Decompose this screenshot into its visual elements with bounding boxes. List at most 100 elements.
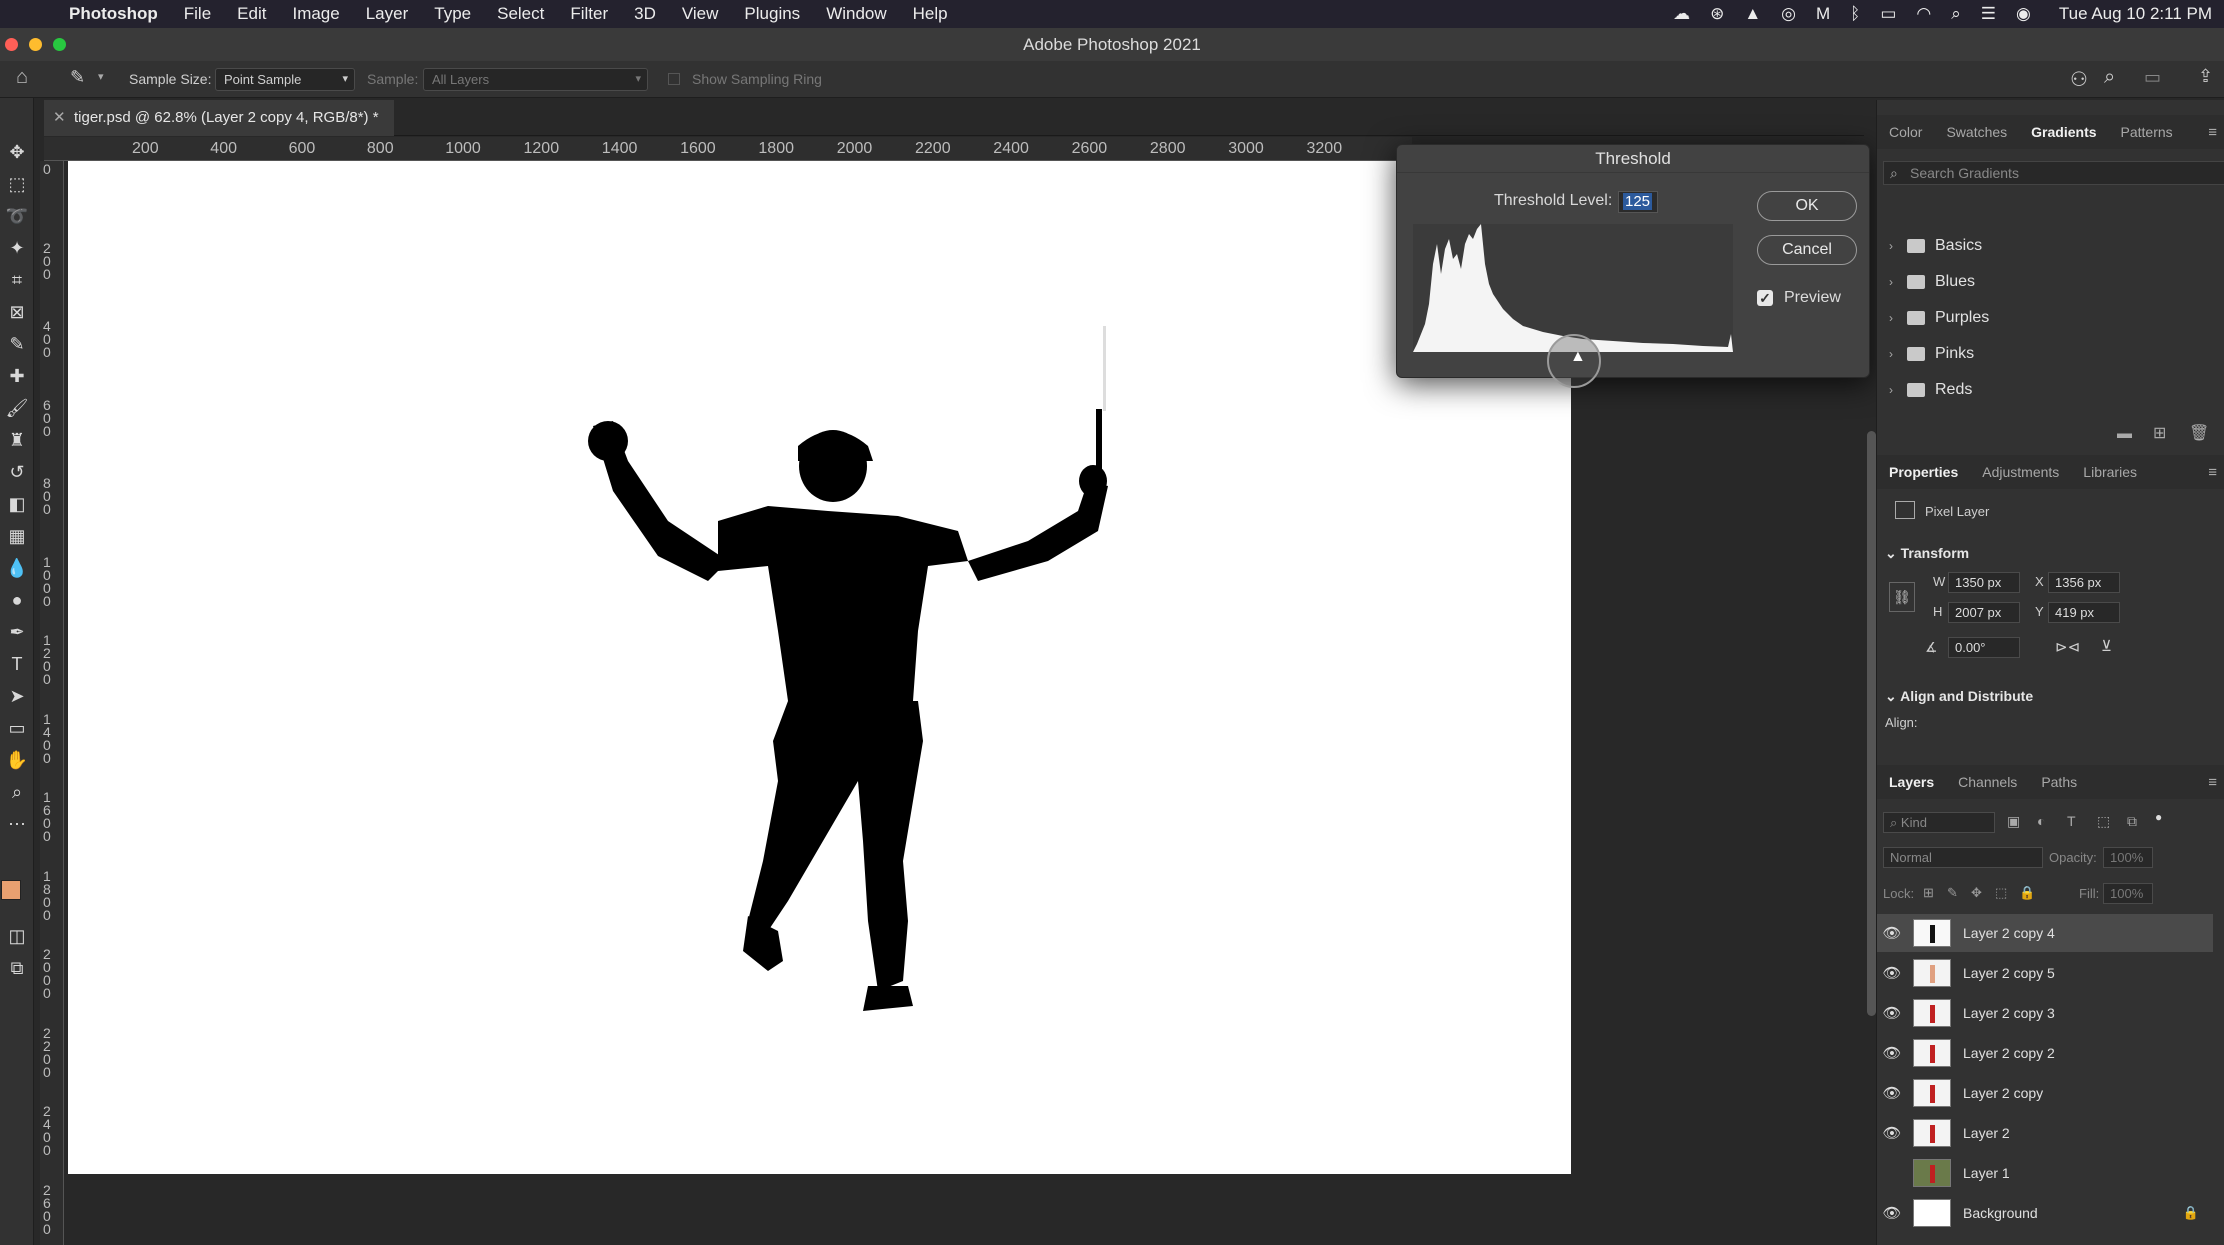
menubar-clock[interactable]: Tue Aug 10 2:11 PM: [2059, 4, 2212, 24]
eye-icon[interactable]: 👁: [1877, 1004, 1907, 1022]
menu-help[interactable]: Help: [900, 4, 961, 24]
canvas-vertical-scrollbar[interactable]: [1867, 431, 1876, 1016]
close-window-button[interactable]: [5, 38, 18, 51]
filter-pixel-icon[interactable]: ▣: [2007, 813, 2020, 830]
new-folder-icon[interactable]: ▬: [2117, 425, 2132, 442]
dodge-tool-icon[interactable]: ●: [5, 588, 29, 612]
clone-stamp-tool-icon[interactable]: ♜: [5, 428, 29, 452]
transform-section-title[interactable]: ⌄ Transform: [1885, 545, 1969, 562]
menu-filter[interactable]: Filter: [557, 4, 621, 24]
menu-file[interactable]: File: [171, 4, 224, 24]
filter-shape-icon[interactable]: ⬚: [2097, 813, 2110, 830]
eye-icon[interactable]: 👁: [1877, 964, 1907, 982]
filter-toggle-icon[interactable]: ●: [2155, 810, 2162, 824]
lock-artboard-icon[interactable]: ⬚: [1995, 885, 2007, 901]
document-canvas[interactable]: [68, 161, 1571, 1174]
preview-checkbox[interactable]: ✓: [1757, 290, 1773, 306]
hidden-visibility-toggle[interactable]: ▢: [1877, 1164, 1907, 1182]
lock-all-icon[interactable]: 🔒: [2019, 885, 2035, 901]
gradient-folder-blues[interactable]: › Blues: [1889, 273, 1975, 291]
lasso-tool-icon[interactable]: ➰: [5, 204, 29, 228]
tab-paths[interactable]: Paths: [2029, 774, 2089, 790]
layer-row[interactable]: 👁 Layer 2 copy 4: [1877, 914, 2213, 952]
sample-select[interactable]: All Layers ▾: [423, 68, 648, 91]
onepassword-icon[interactable]: ◎: [1781, 4, 1796, 24]
move-tool-icon[interactable]: ✥: [5, 140, 29, 164]
tab-adjustments[interactable]: Adjustments: [1970, 464, 2071, 480]
gradient-folder-pinks[interactable]: › Pinks: [1889, 345, 1974, 363]
tab-gradients[interactable]: Gradients: [2019, 124, 2108, 140]
history-brush-tool-icon[interactable]: ↺: [5, 460, 29, 484]
flip-horizontal-icon[interactable]: ⊳⊲: [2055, 638, 2080, 656]
tab-channels[interactable]: Channels: [1946, 774, 2029, 790]
search-gradients-input[interactable]: ⌕ Search Gradients: [1883, 161, 2224, 185]
blur-tool-icon[interactable]: 💧: [5, 556, 29, 580]
link-proportions-icon[interactable]: ⛓: [1889, 582, 1915, 612]
filter-adjustment-icon[interactable]: ◐: [2037, 813, 2045, 829]
x-field[interactable]: 1356 px: [2048, 572, 2120, 593]
tab-color[interactable]: Color: [1877, 124, 1934, 140]
drive-icon[interactable]: ▲: [1744, 4, 1761, 24]
eyedropper-tool-icon[interactable]: ✎: [5, 332, 29, 356]
layer-row[interactable]: 👁 Layer 2 copy 2: [1877, 1034, 2213, 1072]
height-field[interactable]: 2007 px: [1948, 602, 2020, 623]
cancel-button[interactable]: Cancel: [1757, 235, 1857, 265]
magic-wand-tool-icon[interactable]: ✦: [5, 236, 29, 260]
tab-properties[interactable]: Properties: [1877, 464, 1970, 480]
foreground-color-swatch[interactable]: [1, 880, 21, 900]
siri-icon[interactable]: ◉: [2016, 4, 2031, 24]
horizontal-ruler[interactable]: 200 400 600 800 1000 1200 1400 1600 1800 2000 2200…: [44, 137, 1412, 161]
screen-mode-icon[interactable]: ⧉: [5, 956, 29, 980]
hand-tool-icon[interactable]: ✋: [5, 748, 29, 772]
eye-icon[interactable]: 👁: [1877, 1084, 1907, 1102]
zoom-tool-icon[interactable]: ⌕: [5, 780, 29, 804]
gradient-tool-icon[interactable]: ▦: [5, 524, 29, 548]
layer-row[interactable]: 👁 Layer 2 copy 5: [1877, 954, 2213, 992]
ok-button[interactable]: OK: [1757, 191, 1857, 221]
bluetooth-icon[interactable]: ᛒ: [1850, 4, 1860, 24]
eraser-tool-icon[interactable]: ◧: [5, 492, 29, 516]
tab-patterns[interactable]: Patterns: [2109, 124, 2185, 140]
eye-icon[interactable]: 👁: [1877, 1044, 1907, 1062]
rectangle-tool-icon[interactable]: ▭: [5, 716, 29, 740]
more-tools-icon[interactable]: ⋯: [5, 812, 29, 836]
filter-smart-object-icon[interactable]: ⧉: [2127, 813, 2137, 830]
type-tool-icon[interactable]: T: [5, 652, 29, 676]
marquee-tool-icon[interactable]: ⬚: [5, 172, 29, 196]
tab-layers[interactable]: Layers: [1877, 774, 1946, 790]
control-center-icon[interactable]: ☰: [1981, 4, 1996, 24]
align-distribute-section-title[interactable]: ⌄ Align and Distribute: [1885, 688, 2033, 705]
frame-tool-icon[interactable]: ⊠: [5, 300, 29, 324]
creative-cloud-icon[interactable]: ⊛: [1710, 4, 1724, 24]
panel-menu-icon[interactable]: ≡: [2208, 464, 2217, 481]
quick-mask-icon[interactable]: ◫: [5, 924, 29, 948]
spotlight-search-icon[interactable]: ⌕: [1951, 4, 1961, 24]
layer-row[interactable]: 👁 Background 🔒: [1877, 1194, 2213, 1232]
healing-brush-tool-icon[interactable]: ✚: [5, 364, 29, 388]
layer-row[interactable]: ▢ Layer 1: [1877, 1154, 2213, 1192]
battery-icon[interactable]: ▭: [1880, 4, 1896, 24]
filter-type-icon[interactable]: T: [2067, 813, 2076, 829]
show-sampling-ring-checkbox[interactable]: [668, 73, 680, 85]
brush-tool-icon[interactable]: 🖌: [5, 396, 29, 420]
y-field[interactable]: 419 px: [2048, 602, 2120, 623]
menu-3d[interactable]: 3D: [621, 4, 669, 24]
eye-icon[interactable]: 👁: [1877, 924, 1907, 942]
new-gradient-icon[interactable]: ⊞: [2153, 423, 2166, 443]
menu-photoshop[interactable]: Photoshop: [56, 4, 171, 24]
angle-field[interactable]: 0.00°: [1948, 637, 2020, 658]
eyedropper-preset-icon[interactable]: ✎: [70, 67, 85, 88]
layer-kind-filter[interactable]: ⌕ Kind: [1883, 812, 1995, 833]
tab-libraries[interactable]: Libraries: [2071, 464, 2149, 480]
menu-type[interactable]: Type: [421, 4, 484, 24]
minimize-window-button[interactable]: [29, 38, 42, 51]
crop-tool-icon[interactable]: ⌗: [5, 268, 29, 292]
menu-view[interactable]: View: [669, 4, 732, 24]
blend-mode-select[interactable]: Normal: [1883, 847, 2043, 868]
eye-icon[interactable]: 👁: [1877, 1204, 1907, 1222]
home-icon[interactable]: ⌂: [16, 66, 28, 89]
width-field[interactable]: 1350 px: [1948, 572, 2020, 593]
layer-row[interactable]: 👁 Layer 2: [1877, 1114, 2213, 1152]
layer-row[interactable]: 👁 Layer 2 copy: [1877, 1074, 2213, 1112]
fill-field[interactable]: 100%: [2103, 883, 2153, 904]
